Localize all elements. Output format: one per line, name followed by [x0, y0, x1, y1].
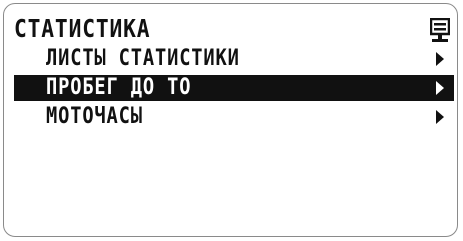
- arrow-right-icon: [436, 110, 444, 124]
- menu-list-icon: [429, 17, 451, 44]
- device-screen: СТАТИСТИКА ЛИСТЫ СТАТИСТИКИ ПРОБЕГ ДО ТО…: [3, 3, 458, 237]
- menu-list: ЛИСТЫ СТАТИСТИКИ ПРОБЕГ ДО ТО МОТОЧАСЫ: [14, 46, 454, 133]
- menu-item-engine-hours[interactable]: МОТОЧАСЫ: [14, 104, 454, 130]
- screen-title: СТАТИСТИКА: [14, 14, 151, 43]
- menu-item-mileage-to-service[interactable]: ПРОБЕГ ДО ТО: [14, 75, 454, 101]
- menu-item-label: ЛИСТЫ СТАТИСТИКИ: [46, 46, 240, 71]
- screen-header: СТАТИСТИКА: [14, 14, 454, 44]
- menu-item-label: МОТОЧАСЫ: [46, 104, 143, 129]
- arrow-right-icon: [436, 81, 444, 95]
- arrow-right-icon: [436, 52, 444, 66]
- menu-item-statistics-sheets[interactable]: ЛИСТЫ СТАТИСТИКИ: [14, 46, 454, 72]
- menu-item-label: ПРОБЕГ ДО ТО: [46, 75, 192, 100]
